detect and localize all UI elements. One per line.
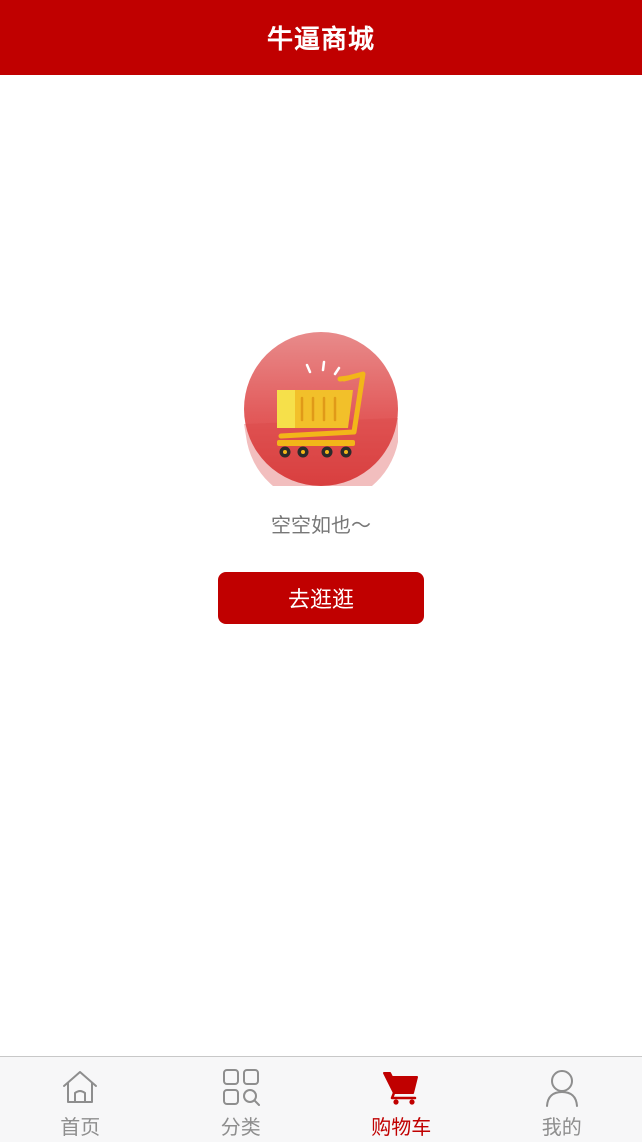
tab-category-label: 分类	[220, 1115, 261, 1139]
tab-cart-label: 购物车	[371, 1115, 432, 1139]
page-title: 牛逼商城	[266, 25, 375, 55]
tab-cart[interactable]: 购物车	[321, 1057, 482, 1142]
empty-cart-message: 空空如也～	[271, 513, 371, 537]
tab-profile-label: 我的	[541, 1115, 582, 1139]
tab-profile[interactable]: 我的	[482, 1057, 642, 1142]
home-icon	[63, 1071, 98, 1103]
app-header: 牛逼商城	[0, 0, 642, 75]
tab-home[interactable]: 首页	[0, 1057, 161, 1142]
bottom-tab-bar: 首页 分类 购物车 我的	[0, 1056, 642, 1142]
cart-page: 牛逼商城 空空如也～ 去逛逛 首页 分类 购物车 我的	[0, 0, 642, 1142]
shopping-cart-icon	[244, 332, 398, 486]
cart-icon	[383, 1072, 419, 1105]
go-shopping-button[interactable]: 去逛逛	[218, 572, 424, 624]
user-icon	[545, 1070, 578, 1107]
tab-home-label: 首页	[60, 1115, 101, 1139]
category-grid-icon	[222, 1069, 260, 1106]
tab-category[interactable]: 分类	[161, 1057, 322, 1142]
empty-cart-state: 空空如也～ 去逛逛	[0, 332, 642, 624]
